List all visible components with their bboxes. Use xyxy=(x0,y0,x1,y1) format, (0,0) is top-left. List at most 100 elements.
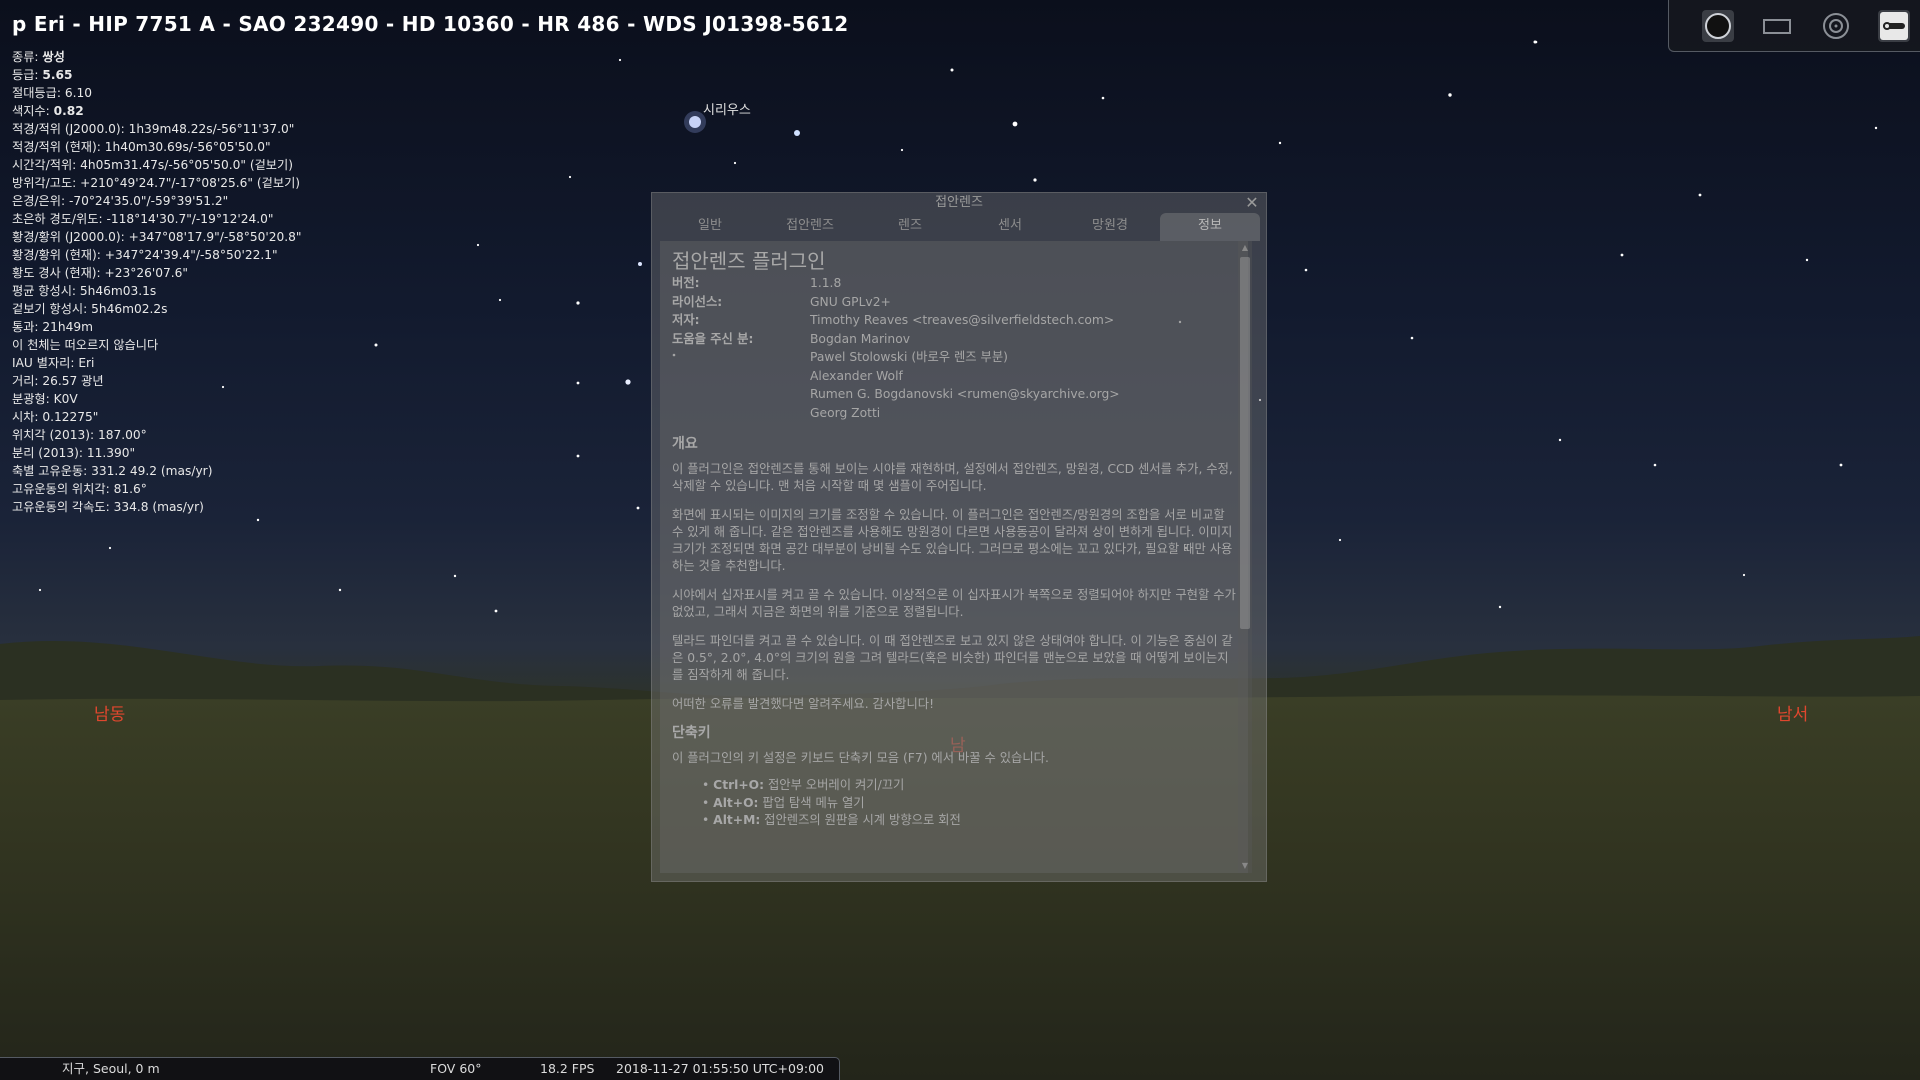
contributors-label-spacer xyxy=(672,385,810,404)
contributor-name: Georg Zotti xyxy=(810,405,881,420)
info-row: 종류: 쌍성 xyxy=(12,48,432,66)
shortcut-desc: 팝업 탐색 메뉴 열기 xyxy=(758,795,865,810)
info-value: 5h46m02.2s xyxy=(91,302,168,316)
info-value: +210°49'24.7"/-17°08'25.6" (겉보기) xyxy=(80,176,301,190)
info-row: 분리 (2013): 11.390" xyxy=(12,444,432,462)
meta-row: 버전: 1.1.8 xyxy=(672,274,1120,293)
info-value: K0V xyxy=(53,392,78,406)
info-row: 황도 경사 (현재): +23°26'07.6" xyxy=(12,264,432,282)
location-status[interactable]: 지구, Seoul, 0 m xyxy=(62,1058,160,1080)
info-label: 색지수: xyxy=(12,104,54,118)
bullet-icon: • xyxy=(702,813,714,827)
close-icon[interactable]: ✕ xyxy=(1242,193,1262,213)
info-row: 절대등급: 6.10 xyxy=(12,84,432,102)
overview-paragraph: 어떠한 오류를 발견했다면 알려주세요. 감사합니다! xyxy=(672,697,935,711)
contributors-label-spacer xyxy=(672,367,810,386)
meta-key: 버전: xyxy=(672,276,700,290)
info-row: 등급: 5.65 xyxy=(12,66,432,84)
tab-5[interactable]: 정보 xyxy=(1160,213,1260,241)
info-value: -70°24'35.0"/-59°39'51.2" xyxy=(68,194,229,208)
info-label: 황경/황위 (현재): xyxy=(12,248,105,262)
shortcut-list: • Ctrl+O: 접안부 오버레이 켜기/끄기 • Alt+O: 팝업 탐색 메… xyxy=(702,777,1236,830)
info-value: 0.82 xyxy=(53,104,84,118)
info-value: 26.57 광년 xyxy=(42,374,104,388)
fov-status[interactable]: FOV 60° xyxy=(430,1058,482,1080)
plugin-meta-table: 버전: 1.1.8 라이선스: GNU GPLv2+ 저자: Timothy Reaves… xyxy=(672,274,1120,422)
info-row: 위치각 (2013): 187.00° xyxy=(12,426,432,444)
info-value: +347°24'39.4"/-58°50'22.1" xyxy=(104,248,278,262)
info-row: 분광형: K0V xyxy=(12,390,432,408)
info-value: 11.390" xyxy=(86,446,136,460)
ccd-frame-icon[interactable] xyxy=(1758,7,1796,45)
info-row: 황경/황위 (J2000.0): +347°08'17.9"/-58°50'20… xyxy=(12,228,432,246)
info-label: 고유운동의 각속도: xyxy=(12,500,114,514)
info-label: 초은하 경도/위도: xyxy=(12,212,107,226)
overview-paragraph: 화면에 표시되는 이미지의 크기를 조정할 수 있습니다. 이 플러그인은 접안… xyxy=(672,508,1233,573)
info-row: 황경/황위 (현재): +347°24'39.4"/-58°50'22.1" xyxy=(12,246,432,264)
contributor-name: Rumen G. Bogdanovski <rumen@skyarchive.o… xyxy=(810,387,1120,401)
info-label: 황도 경사 (현재): xyxy=(12,266,105,280)
info-value: Eri xyxy=(78,356,95,370)
shortcut-desc: 접안렌즈의 원판을 시계 방향으로 회전 xyxy=(760,813,961,827)
info-label: 방위각/고도: xyxy=(12,176,81,190)
scroll-up-icon[interactable]: ▲ xyxy=(1238,241,1252,255)
info-label: 고유운동의 위치각: xyxy=(12,482,114,496)
dialog-tabs: 일반 접안렌즈 렌즈 센서 망원경 정보 xyxy=(660,213,1260,241)
scroll-down-icon[interactable]: ▼ xyxy=(1238,859,1252,873)
meta-value: 1.1.8 xyxy=(810,276,842,290)
shortcuts-intro: 이 플러그인의 키 설정은 키보드 단축키 모음 (F7) 에서 바꿀 수 있습… xyxy=(672,751,1049,765)
info-label: IAU 별자리: xyxy=(12,356,79,370)
contributor-name: Bogdan Marinov xyxy=(810,331,911,346)
info-label: 적경/적위 (현재): xyxy=(12,140,105,154)
meta-value: Timothy Reaves <treaves@silverfieldstech… xyxy=(810,313,1115,327)
info-row: 시차: 0.12275" xyxy=(12,408,432,426)
tab-1[interactable]: 접안렌즈 xyxy=(760,213,860,241)
cardinal-southeast-label: 남동 xyxy=(94,705,126,725)
info-row: 은경/은위: -70°24'35.0"/-59°39'51.2" xyxy=(12,192,432,210)
bullet-icon: • xyxy=(702,795,714,810)
info-value: -118°14'30.7"/-19°12'24.0" xyxy=(106,212,274,226)
info-value: 쌍성 xyxy=(42,50,65,64)
telrad-icon[interactable] xyxy=(1817,7,1855,45)
about-content[interactable]: 접안렌즈 플러그인 버전: 1.1.8 라이선스: GNU GPLv2+ 저자: Timo… xyxy=(660,241,1248,873)
object-info-panel: 종류: 쌍성 등급: 5.65 절대등급: 6.10 색지수: 0.82 적경/적위 (… xyxy=(12,48,432,516)
info-value: 187.00° xyxy=(98,428,147,442)
ocular-config-icon[interactable] xyxy=(1875,7,1913,45)
tab-2[interactable]: 렌즈 xyxy=(860,213,960,241)
info-value: 4h05m31.47s/-56°05'50.0" (겉보기) xyxy=(80,158,293,172)
shortcut-item: • Ctrl+O: 접안부 오버레이 켜기/끄기 xyxy=(702,777,1236,795)
info-label: 시차: xyxy=(12,410,43,424)
tab-3[interactable]: 센서 xyxy=(960,213,1060,241)
info-row: 축별 고유운동: 331.2 49.2 (mas/yr) xyxy=(12,462,432,480)
shortcut-item: • Alt+M: 접안렌즈의 원판을 시계 방향으로 회전 xyxy=(702,812,1236,830)
tab-4[interactable]: 망원경 xyxy=(1060,213,1160,241)
info-row: 겉보기 항성시: 5h46m02.2s xyxy=(12,300,432,318)
shortcut-item: • Alt+O: 팝업 탐색 메뉴 열기 xyxy=(702,795,1236,813)
meta-value: GNU GPLv2+ xyxy=(810,294,891,309)
tab-0[interactable]: 일반 xyxy=(660,213,760,241)
info-row: 거리: 26.57 광년 xyxy=(12,372,432,390)
info-label: 황경/황위 (J2000.0): xyxy=(12,230,129,244)
info-value: 이 천체는 떠오르지 않습니다 xyxy=(12,338,159,352)
dialog-title[interactable]: 접안렌즈 xyxy=(652,193,1266,213)
contributor-name: Pawel Stolowski (바로우 렌즈 부분) xyxy=(810,350,1008,364)
info-row: 시간각/적위: 4h05m31.47s/-56°05'50.0" (겉보기) xyxy=(12,156,432,174)
scroll-thumb[interactable] xyxy=(1240,257,1250,629)
info-value: +23°26'07.6" xyxy=(104,266,188,280)
info-row: 색지수: 0.82 xyxy=(12,102,432,120)
info-row: 평균 항성시: 5h46m03.1s xyxy=(12,282,432,300)
meta-row: 저자: Timothy Reaves <treaves@silverfieldst… xyxy=(672,311,1120,330)
ocular-circle-icon[interactable] xyxy=(1699,7,1737,45)
info-row: 통과: 21h49m xyxy=(12,318,432,336)
info-row: 적경/적위 (현재): 1h40m30.69s/-56°05'50.0" xyxy=(12,138,432,156)
ocular-toolbar xyxy=(1668,0,1920,52)
shortcut-key: Alt+M: xyxy=(713,813,761,827)
content-scrollbar[interactable]: ▲ ▼ xyxy=(1238,241,1252,873)
contributor-name: Alexander Wolf xyxy=(810,368,903,383)
info-label: 은경/은위: xyxy=(12,194,69,208)
info-label: 절대등급: xyxy=(12,86,65,100)
datetime-status[interactable]: 2018-11-27 01:55:50 UTC+09:00 xyxy=(616,1058,824,1080)
overview-paragraph: 이 플러그인은 접안렌즈를 통해 보이는 시야를 재현하며, 설정에서 접안렌즈… xyxy=(672,462,1233,493)
info-label: 적경/적위 (J2000.0): xyxy=(12,122,129,136)
info-row: IAU 별자리: Eri xyxy=(12,354,432,372)
